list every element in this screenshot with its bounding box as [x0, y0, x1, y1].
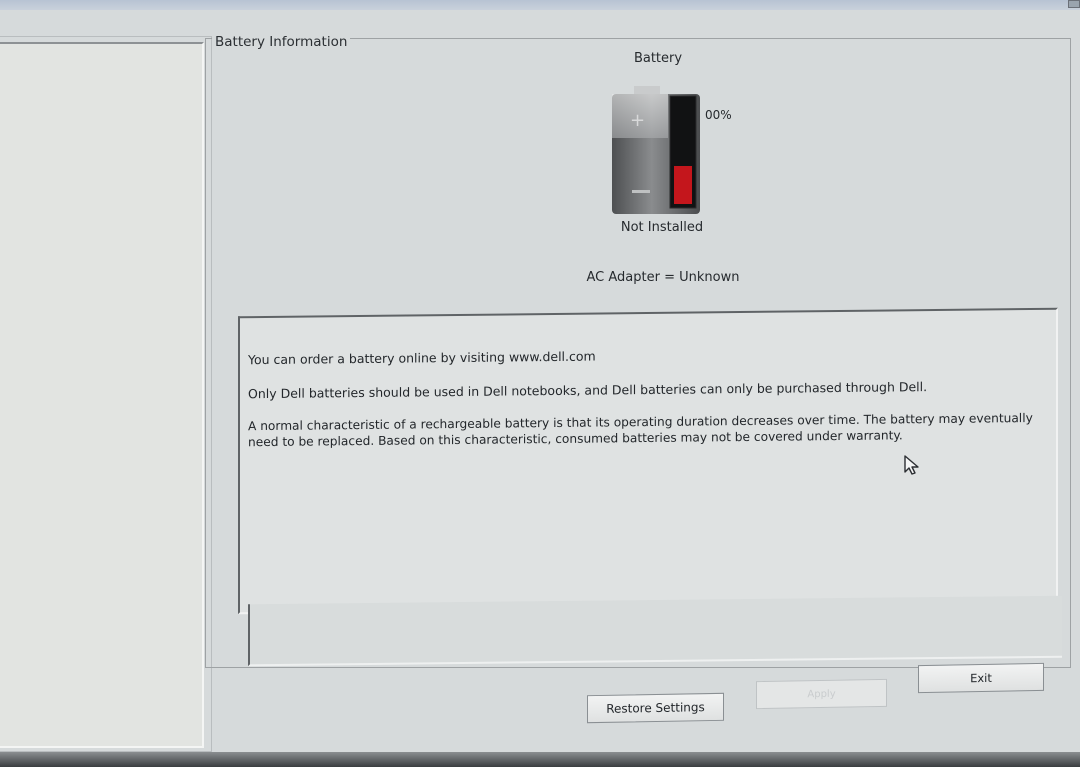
exit-button[interactable]: Exit — [918, 662, 1044, 694]
apply-button[interactable]: Apply — [756, 678, 887, 710]
settings-tree-panel[interactable] — [0, 42, 204, 748]
lower-empty-panel — [248, 595, 1062, 667]
battery-heading: Battery — [633, 51, 683, 66]
battery-icon: + — [612, 86, 700, 214]
title-bar — [0, 0, 1080, 10]
restore-settings-button[interactable]: Restore Settings — [587, 692, 724, 724]
window-corner-control[interactable] — [1068, 0, 1080, 8]
ac-adapter-status: AC Adapter = Unknown — [586, 270, 740, 285]
battery-percent: 00% — [705, 108, 732, 122]
order-battery-text: You can order a battery online by visiti… — [248, 348, 596, 368]
charge-gauge-fill — [674, 166, 692, 204]
dell-batteries-text: Only Dell batteries should be used in De… — [248, 379, 928, 402]
screen-bezel — [0, 752, 1080, 767]
battery-status: Not Installed — [620, 220, 704, 235]
battery-info-text-panel: You can order a battery online by visiti… — [238, 307, 1058, 615]
mouse-cursor-icon — [904, 455, 919, 475]
plus-sign: + — [630, 110, 645, 131]
group-title: Battery Information — [212, 34, 351, 50]
battery-characteristic-text: A normal characteristic of a rechargeabl… — [248, 410, 1033, 450]
minus-sign — [632, 190, 650, 193]
